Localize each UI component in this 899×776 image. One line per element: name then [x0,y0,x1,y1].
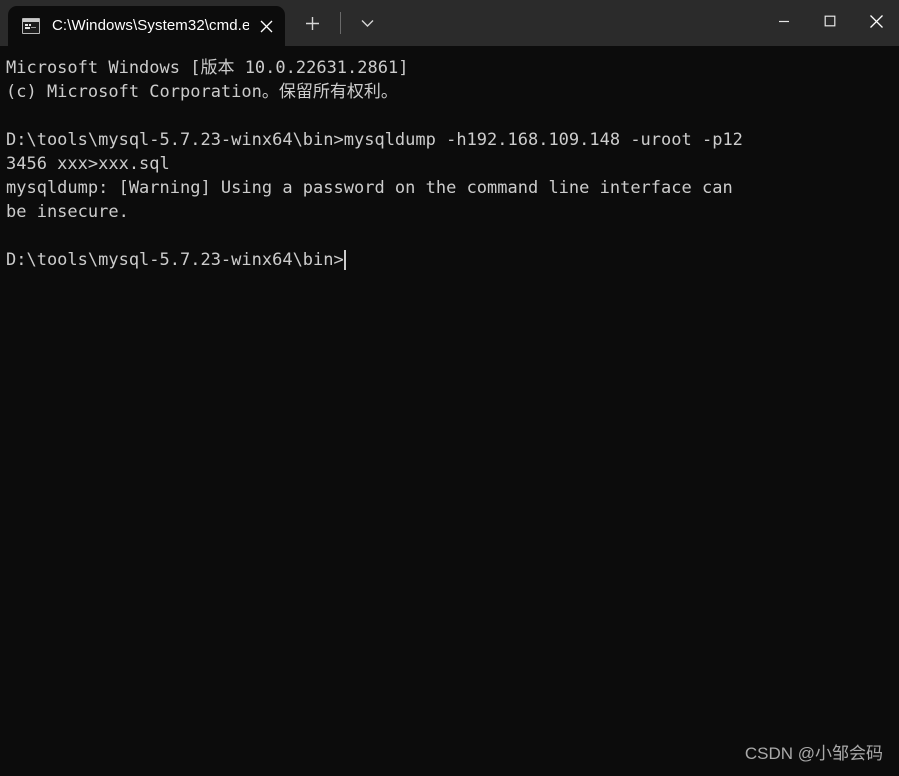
terminal-line: be insecure. [6,202,129,222]
new-tab-icon[interactable] [295,6,329,40]
terminal-output[interactable]: Microsoft Windows [版本 10.0.22631.2861] (… [0,46,899,776]
terminal-line: mysqldump: [Warning] Using a password on… [6,178,733,198]
cmd-console-icon [22,18,40,34]
terminal-line: 3456 xxx>xxx.sql [6,154,170,174]
terminal-line: Microsoft Windows [版本 10.0.22631.2861] [6,58,409,78]
terminal-line: D:\tools\mysql-5.7.23-winx64\bin>mysqldu… [6,130,743,150]
minimize-icon[interactable] [761,0,807,42]
title-bar: C:\Windows\System32\cmd.e [0,0,899,46]
tab-cmd[interactable]: C:\Windows\System32\cmd.e [8,6,285,46]
maximize-icon[interactable] [807,0,853,42]
tab-strip: C:\Windows\System32\cmd.e [0,0,285,46]
titlebar-drag-region [382,0,761,46]
window-controls [761,0,899,46]
chevron-down-icon[interactable] [352,8,382,38]
text-cursor [343,250,346,270]
prompt-path: D:\tools\mysql-5.7.23-winx64\bin> [6,250,344,270]
tab-title: C:\Windows\System32\cmd.e [52,17,249,34]
command-prompt-line[interactable]: D:\tools\mysql-5.7.23-winx64\bin> [6,248,899,272]
watermark: CSDN @小邹会码 [744,744,883,763]
terminal-line: (c) Microsoft Corporation。保留所有权利。 [6,82,398,102]
close-icon[interactable] [853,0,899,42]
terminal-window: C:\Windows\System32\cmd.e Microsoft Wind… [0,0,899,776]
tab-actions [285,0,382,46]
tab-close-icon[interactable] [249,9,283,43]
toolbar-separator [340,12,341,34]
